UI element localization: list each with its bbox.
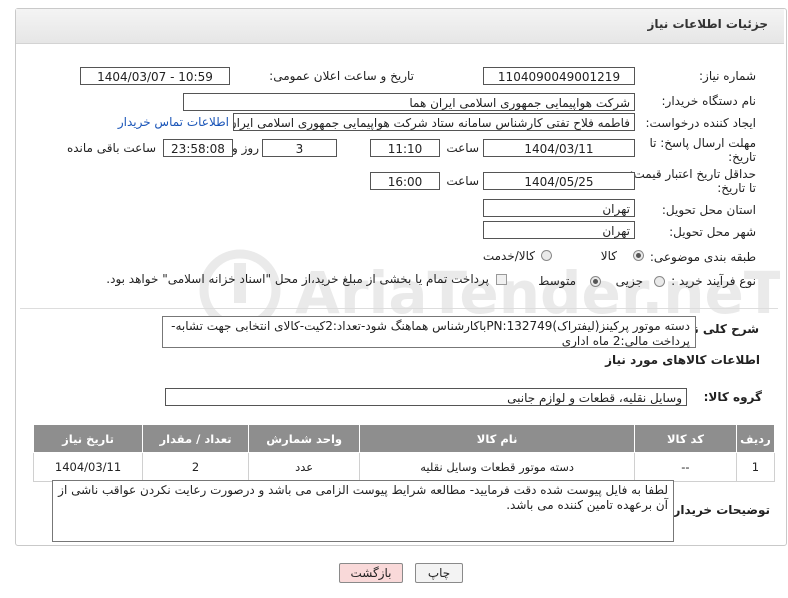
goods-table: تاریخ نیاز تعداد / مقدار واحد شمارش نام … (32, 424, 776, 482)
city-field: تهران (483, 221, 635, 239)
goods-group-field: وسایل نقلیه، قطعات و لوازم جانبی (165, 388, 687, 406)
need-number-field: 1104090049001219 (483, 67, 635, 85)
cell-row: 1 (735, 452, 776, 482)
table-row: 1404/03/11 2 عدد دسته موتور قطعات وسایل … (32, 452, 776, 482)
print-button[interactable]: چاپ (415, 563, 463, 583)
goods-section-title: اطلاعات کالاهای مورد نیاز (605, 353, 760, 367)
process-radio-minor[interactable] (654, 276, 665, 287)
need-number-label: شماره نیاز: (699, 69, 756, 83)
cell-item-name: دسته موتور قطعات وسایل نقلیه (359, 452, 635, 482)
page-title: جزئیات اطلاعات نیاز (647, 17, 768, 31)
deadline-date-field: 1404/03/11 (483, 139, 635, 157)
col-row: ردیف (735, 424, 776, 453)
col-quantity: تعداد / مقدار (142, 424, 250, 453)
cell-quantity: 2 (142, 452, 250, 482)
treasury-payment-checkbox[interactable] (496, 274, 507, 285)
back-button[interactable]: بازگشت (339, 563, 403, 583)
province-field: تهران (483, 199, 635, 217)
treasury-payment-note: پرداخت تمام یا بخشی از مبلغ خرید،از محل … (106, 272, 489, 286)
days-remaining-field: 3 (262, 139, 337, 157)
validity-label-date: تا تاریخ: (717, 181, 756, 195)
province-label: استان محل تحویل: (661, 203, 756, 217)
category-option-goods: کالا (600, 249, 617, 263)
validity-date-field: 1404/05/25 (483, 172, 635, 190)
category-radio-goods-service[interactable] (541, 250, 552, 261)
col-unit: واحد شمارش (248, 424, 361, 453)
announce-date-field: 1404/03/07 - 10:59 (80, 67, 230, 85)
deadline-time-label: ساعت (446, 141, 479, 155)
cell-item-code: -- (634, 452, 737, 482)
validity-label: حداقل تاریخ اعتبار قیمت: (629, 167, 756, 181)
deadline-label: مهلت ارسال پاسخ: تا (649, 136, 756, 150)
contact-info-link[interactable]: اطلاعات تماس خریدار (118, 115, 229, 129)
cell-need-date: 1404/03/11 (32, 452, 144, 482)
buyer-org-field: شرکت هواپیمایی جمهوری اسلامی ایران هما (183, 93, 635, 111)
goods-group-label: گروه کالا: (703, 390, 762, 404)
deadline-label-date: تاریخ: (728, 150, 756, 164)
category-option-goods-service: کالا/خدمت (482, 249, 535, 263)
category-label: طبقه بندی موضوعی: (649, 250, 756, 264)
announce-date-label: تاریخ و ساعت اعلان عمومی: (269, 69, 414, 83)
requester-label: ایجاد کننده درخواست: (645, 116, 756, 130)
divider (20, 308, 778, 309)
validity-time-label: ساعت (446, 174, 479, 188)
category-radio-goods[interactable] (633, 250, 644, 261)
city-label: شهر محل تحویل: (669, 225, 756, 239)
cell-unit: عدد (248, 452, 361, 482)
buyer-org-label: نام دستگاه خریدار: (661, 94, 757, 108)
validity-time-field: 16:00 (370, 172, 440, 190)
description-line-2: پرداخت مالی:2 ماه اداری (561, 334, 690, 348)
time-remaining-field: 23:58:08 (163, 139, 233, 157)
requester-field: فاطمه فلاح تفتی کارشناس سامانه ستاد شرکت… (233, 113, 635, 131)
deadline-time-field: 11:10 (370, 139, 440, 157)
time-remaining-label: ساعت باقی مانده (66, 141, 156, 155)
buyer-notes-label: توضیحات خریدار: (668, 503, 770, 517)
process-radio-medium[interactable] (590, 276, 601, 287)
process-option-minor: جزیی (615, 274, 643, 288)
goods-table-header: تاریخ نیاز تعداد / مقدار واحد شمارش نام … (32, 424, 776, 453)
buyer-notes-field: لطفا به فایل پیوست شده دقت فرمایید- مطال… (52, 480, 674, 542)
col-item-name: نام کالا (359, 424, 635, 453)
description-field: دسته موتور پرکینز(لیفتراک)PN:132749باکار… (162, 316, 696, 348)
process-label: نوع فرآیند خرید : (671, 274, 756, 288)
process-option-medium: متوسط (538, 274, 576, 288)
days-label: روز و (232, 141, 259, 155)
col-need-date: تاریخ نیاز (32, 424, 144, 453)
description-line-1: دسته موتور پرکینز(لیفتراک)PN:132749باکار… (171, 319, 690, 333)
col-item-code: کد کالا (634, 424, 737, 453)
